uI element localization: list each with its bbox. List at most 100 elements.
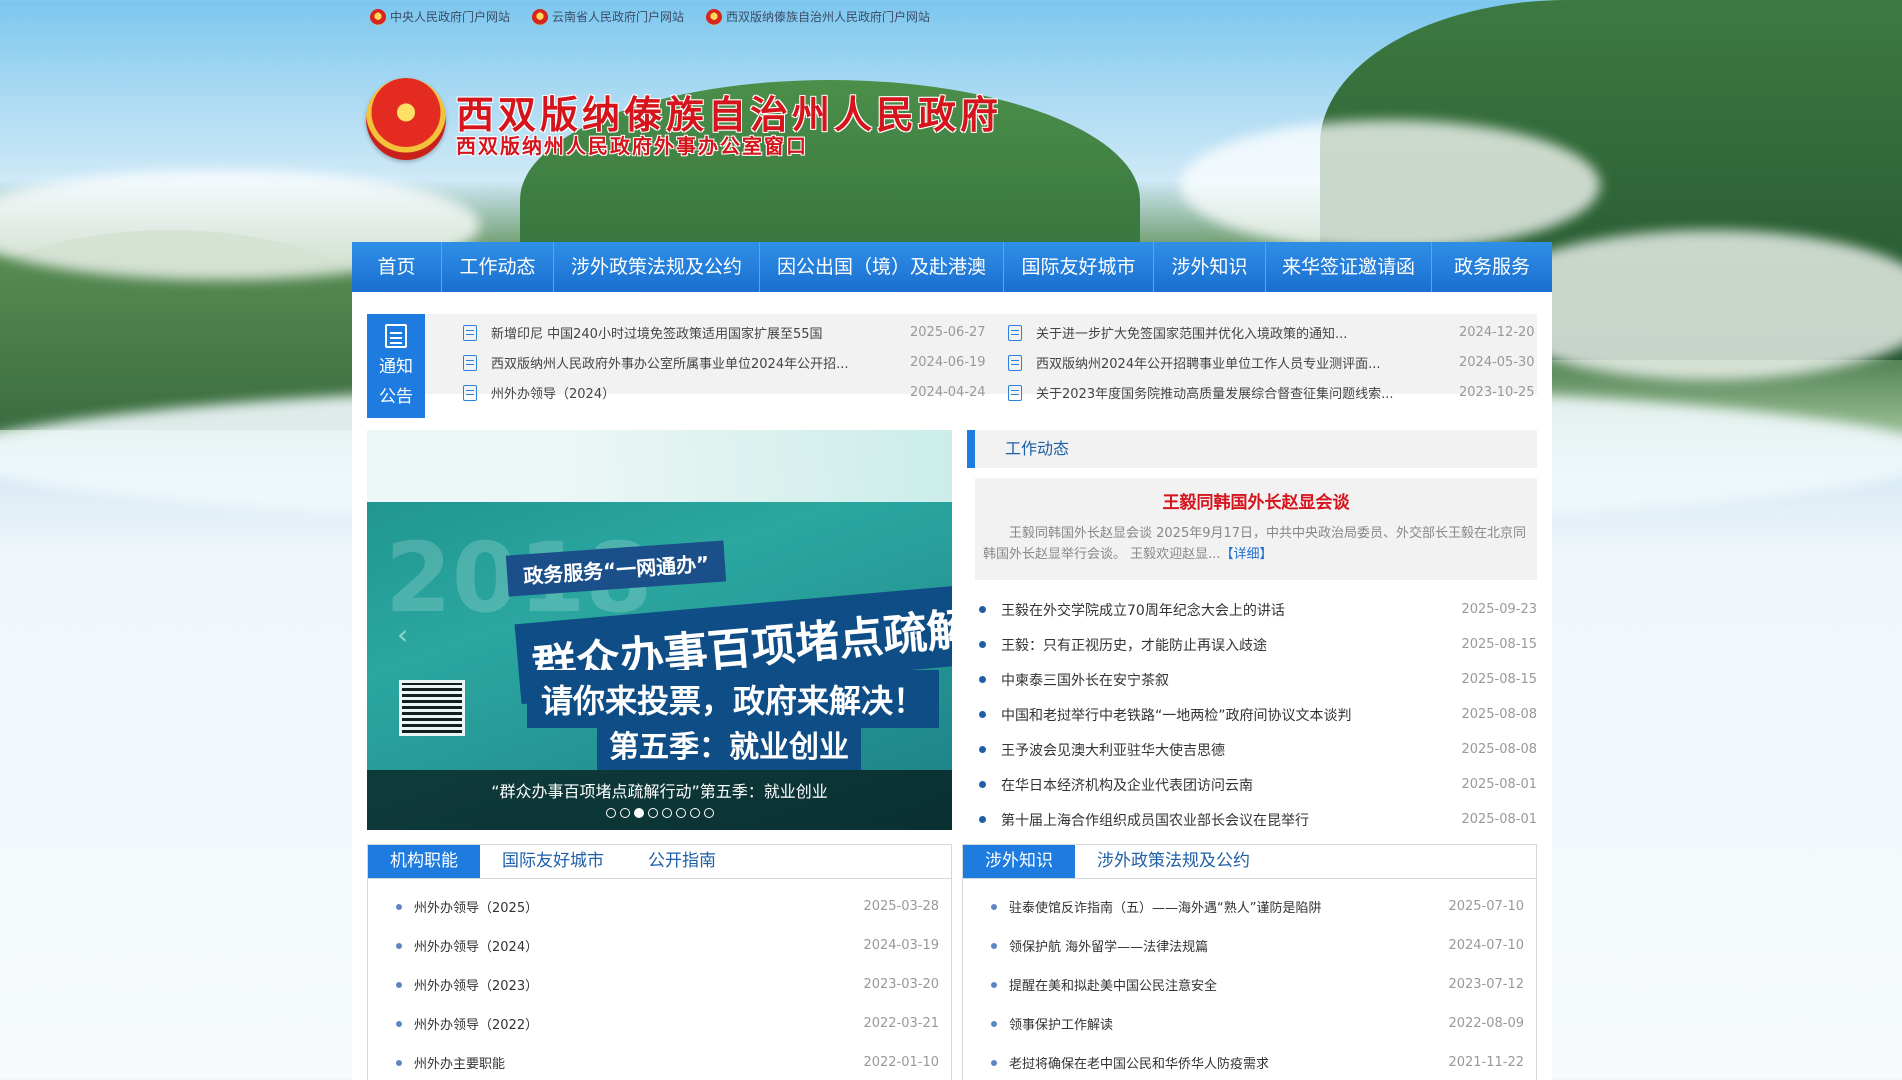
- national-emblem-logo-icon: [366, 78, 446, 160]
- bullet-icon: [396, 981, 402, 988]
- bullet-icon: [991, 903, 997, 910]
- national-emblem-icon: [370, 8, 386, 25]
- list-item[interactable]: 领保护航 海外留学——法律法规篇 2024-07-10: [963, 926, 1536, 965]
- top-link-label: 云南省人民政府门户网站: [552, 10, 685, 24]
- bullet-icon: [991, 942, 997, 949]
- cloud-shape: [1180, 120, 1600, 250]
- tab-foreign-policy[interactable]: 涉外政策法规及公约: [1075, 845, 1272, 878]
- list-item[interactable]: 老挝将确保在老中国公民和华侨华人防疫需求 2021-11-22: [963, 1043, 1536, 1080]
- list-item[interactable]: 王予波会见澳大利亚驻华大使吉思德 2025-08-08: [967, 732, 1537, 767]
- bullet-icon: [991, 1059, 997, 1066]
- site-subtitle: 西双版纳州人民政府外事办公室窗口: [456, 134, 808, 158]
- feature-title[interactable]: 王毅同韩国外长赵显会谈: [983, 488, 1529, 513]
- slider-dots: [367, 808, 952, 818]
- list-item[interactable]: 州外办领导（2023） 2023-03-20: [368, 965, 951, 1004]
- bullet-icon: [991, 981, 997, 988]
- notice-item[interactable]: 关于2023年度国务院推动高质量发展综合督查征集问题线索... 2023-10-2…: [1008, 382, 1535, 403]
- image-slider[interactable]: 2018 政务服务“一网通办” 群众办事百项堵点疏解行动 请你来投票，政府来解决…: [367, 430, 952, 830]
- notice-item[interactable]: 关于进一步扩大免签国家范围并优化入境政策的通知... 2024-12-20: [1008, 322, 1535, 343]
- nav-home[interactable]: 首页: [352, 242, 442, 292]
- work-news-heading[interactable]: 工作动态: [967, 430, 1537, 468]
- list-item-date: 2025-07-10: [1448, 899, 1524, 914]
- slide-season: 第五季：就业创业: [597, 718, 861, 770]
- list-item[interactable]: 中国和老挝举行中老铁路“一地两检”政府间协议文本谈判 2025-08-08: [967, 697, 1537, 732]
- nav-official-travel[interactable]: 因公出国（境）及赴港澳: [760, 242, 1004, 292]
- org-functions-list: 州外办领导（2025） 2025-03-28 州外办领导（2024） 2024-03…: [368, 879, 951, 1080]
- list-item-title: 王予波会见澳大利亚驻华大使吉思德: [1001, 742, 1225, 759]
- slider-next-icon[interactable]: ›: [911, 618, 922, 651]
- org-functions-tabs: 机构职能 国际友好城市 公开指南: [368, 845, 951, 879]
- list-item[interactable]: 州外办主要职能 2022-01-10: [368, 1043, 951, 1080]
- tab-org-functions[interactable]: 机构职能: [368, 845, 480, 878]
- list-item-date: 2023-03-20: [863, 977, 939, 992]
- slider-dot[interactable]: [633, 808, 644, 818]
- top-link-yunnan-gov[interactable]: 云南省人民政府门户网站: [532, 8, 684, 25]
- list-item[interactable]: 第十届上海合作组织成员国农业部长会议在昆举行 2025-08-01: [967, 802, 1537, 837]
- list-item[interactable]: 提醒在美和拟赴美中国公民注意安全 2023-07-12: [963, 965, 1536, 1004]
- nav-work-news[interactable]: 工作动态: [442, 242, 554, 292]
- org-functions-box: 机构职能 国际友好城市 公开指南 州外办领导（2025） 2025-03-28 州…: [367, 844, 952, 1080]
- list-item[interactable]: 王毅：只有正视历史，才能防止再误入歧途 2025-08-15: [967, 627, 1537, 662]
- slider-dot[interactable]: [605, 808, 616, 818]
- notice-date: 2025-06-27: [910, 325, 986, 340]
- list-item-date: 2025-08-15: [1461, 672, 1537, 687]
- list-item[interactable]: 州外办领导（2022） 2022-03-21: [368, 1004, 951, 1043]
- list-item-date: 2021-11-22: [1448, 1055, 1524, 1070]
- slider-dot[interactable]: [675, 808, 686, 818]
- bullet-icon: [979, 711, 986, 718]
- tab-sister-cities[interactable]: 国际友好城市: [480, 845, 626, 878]
- top-link-xsbn-gov[interactable]: 西双版纳傣族自治州人民政府门户网站: [706, 8, 930, 25]
- bullet-icon: [979, 746, 986, 753]
- notice-item[interactable]: 新增印尼 中国240小时过境免签政策适用国家扩展至55国 2025-06-27: [463, 322, 1008, 343]
- nav-foreign-knowledge[interactable]: 涉外知识: [1154, 242, 1266, 292]
- list-item-date: 2025-08-01: [1461, 812, 1537, 827]
- nav-gov-services[interactable]: 政务服务: [1432, 242, 1552, 292]
- bullet-icon: [979, 606, 986, 613]
- top-link-central-gov[interactable]: 中央人民政府门户网站: [370, 8, 510, 25]
- list-item-title: 州外办领导（2023）: [414, 979, 539, 994]
- notice-date: 2024-04-24: [910, 385, 986, 400]
- list-item[interactable]: 在华日本经济机构及企业代表团访问云南 2025-08-01: [967, 767, 1537, 802]
- slider-dot[interactable]: [619, 808, 630, 818]
- list-item-date: 2024-03-19: [863, 938, 939, 953]
- bullet-icon: [396, 1059, 402, 1066]
- slide-caption[interactable]: “群众办事百项堵点疏解行动”第五季：就业创业: [367, 770, 952, 802]
- list-item[interactable]: 州外办领导（2024） 2024-03-19: [368, 926, 951, 965]
- slider-prev-icon[interactable]: ‹: [397, 618, 408, 651]
- bullet-icon: [396, 1020, 402, 1027]
- list-item-title: 中国和老挝举行中老铁路“一地两检”政府间协议文本谈判: [1001, 707, 1352, 724]
- list-item[interactable]: 州外办领导（2025） 2025-03-28: [368, 887, 951, 926]
- list-item-date: 2025-08-08: [1461, 742, 1537, 757]
- work-feature: 王毅同韩国外长赵显会谈 王毅同韩国外长赵显会谈 2025年9月17日，中共中央政…: [975, 478, 1537, 580]
- tab-foreign-knowledge[interactable]: 涉外知识: [963, 845, 1075, 878]
- list-item[interactable]: 领事保护工作解读 2022-08-09: [963, 1004, 1536, 1043]
- list-item-title: 州外办领导（2024）: [414, 940, 539, 955]
- notice-item[interactable]: 西双版纳州2024年公开招聘事业单位工作人员专业测评面... 2024-05-30: [1008, 352, 1535, 373]
- foreign-knowledge-list: 驻泰使馆反诈指南（五）——海外遇“熟人”谨防是陷阱 2025-07-10 领保护航…: [963, 879, 1536, 1080]
- main-content: 通知 公告 新增印尼 中国240小时过境免签政策适用国家扩展至55国 2025-0…: [352, 292, 1552, 1080]
- tab-disclosure-guide[interactable]: 公开指南: [626, 845, 738, 878]
- notice-item[interactable]: 西双版纳州人民政府外事办公室所属事业单位2024年公开招... 2024-06-1…: [463, 352, 1008, 373]
- document-icon: [463, 324, 477, 341]
- nav-visa-invitation[interactable]: 来华签证邀请函: [1266, 242, 1432, 292]
- notice-label-line2: 公告: [379, 387, 413, 407]
- slider-dot[interactable]: [703, 808, 714, 818]
- list-item-title: 驻泰使馆反诈指南（五）——海外遇“熟人”谨防是陷阱: [1009, 901, 1322, 916]
- nav-sister-cities[interactable]: 国际友好城市: [1004, 242, 1154, 292]
- feature-more-link[interactable]: 【详细】: [1221, 547, 1273, 562]
- document-icon: [463, 354, 477, 371]
- list-item-date: 2024-07-10: [1448, 938, 1524, 953]
- slider-dot[interactable]: [689, 808, 700, 818]
- list-item-title: 领事保护工作解读: [1009, 1018, 1114, 1033]
- list-item[interactable]: 中柬泰三国外长在安宁茶叙 2025-08-15: [967, 662, 1537, 697]
- list-item-title: 州外办主要职能: [414, 1057, 506, 1072]
- notice-item[interactable]: 州外办领导（2024） 2024-04-24: [463, 382, 1008, 403]
- list-item[interactable]: 驻泰使馆反诈指南（五）——海外遇“熟人”谨防是陷阱 2025-07-10: [963, 887, 1536, 926]
- slider-dot[interactable]: [647, 808, 658, 818]
- list-item[interactable]: 王毅在外交学院成立70周年纪念大会上的讲话 2025-09-23: [967, 592, 1537, 627]
- list-item-date: 2022-08-09: [1448, 1016, 1524, 1031]
- nav-foreign-policy[interactable]: 涉外政策法规及公约: [554, 242, 760, 292]
- list-item-date: 2025-03-28: [863, 899, 939, 914]
- slider-dot[interactable]: [661, 808, 672, 818]
- notice-date: 2024-06-19: [910, 355, 986, 370]
